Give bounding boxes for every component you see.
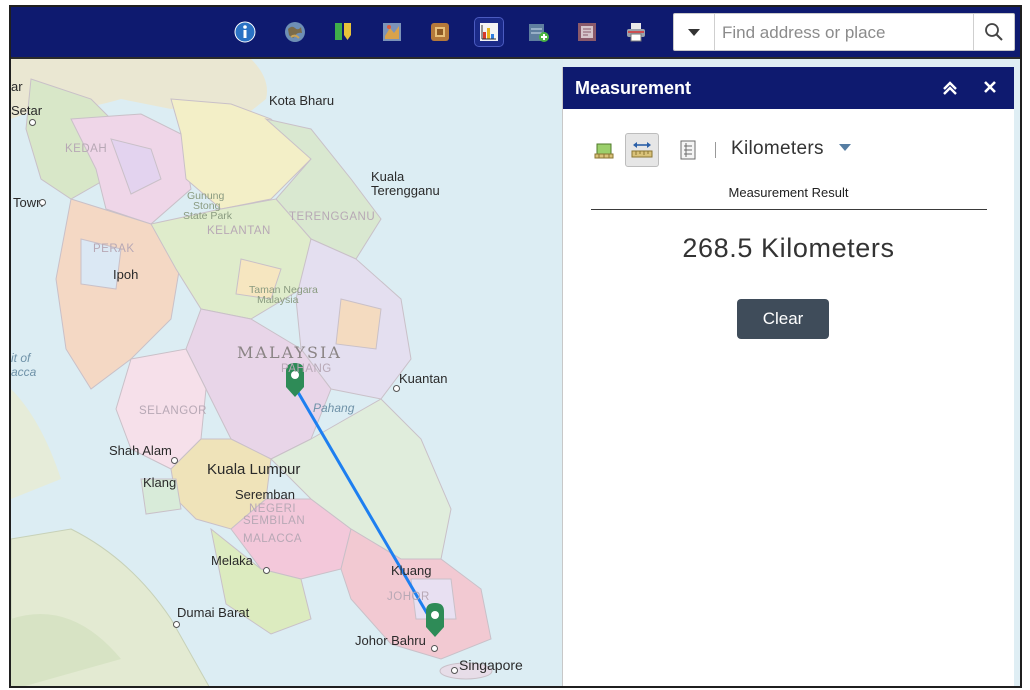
search-source-dropdown[interactable]	[674, 14, 715, 50]
print-preview-icon[interactable]	[573, 18, 601, 46]
measurement-result-value: 268.5 Kilometers	[682, 233, 895, 263]
map-state-label: JOHOR	[387, 591, 430, 603]
map-label: Singapore	[459, 657, 523, 673]
map-label: Ipoh	[113, 267, 139, 282]
caret-down-icon[interactable]	[839, 144, 851, 151]
map-view[interactable]: ar Setar Kota Bharu KEDAH Kuala Terengga…	[11, 59, 563, 686]
map-state-label: PERAK	[93, 243, 135, 255]
city-dot	[451, 667, 458, 674]
map-label: Setar	[11, 103, 43, 118]
map-water-label: it of	[11, 351, 31, 365]
map-label: Melaka	[211, 553, 253, 568]
basemap-gallery-icon[interactable]	[281, 18, 309, 46]
map-state-label: KELANTAN	[207, 225, 271, 237]
layer-list-icon[interactable]	[378, 18, 406, 46]
area-tool-button[interactable]	[587, 133, 621, 167]
map-label: Seremban	[235, 487, 295, 502]
map-label: Shah Alam	[109, 443, 172, 458]
map-label: Dumai Barat	[177, 605, 250, 620]
city-dot	[263, 567, 270, 574]
map-label: Kuantan	[399, 371, 448, 386]
distance-tool-button[interactable]	[625, 133, 659, 167]
city-dot	[171, 457, 178, 464]
measure-tools: Kilometers	[587, 133, 907, 167]
measurement-panel: Measurement Kilometers Measurement Resul…	[562, 67, 1014, 686]
app-frame: ar Setar Kota Bharu KEDAH Kuala Terengga…	[9, 5, 1022, 688]
measurement-result-label: Measurement Result	[728, 185, 849, 200]
city-dot	[29, 119, 36, 126]
map-label: Kluang	[391, 563, 432, 578]
search-icon	[985, 23, 1003, 41]
map-state-label: SELANGOR	[139, 405, 207, 417]
distance-measure-icon	[631, 142, 653, 158]
collapse-icon[interactable]	[940, 78, 960, 98]
panel-title: Measurement	[575, 78, 692, 98]
bookmark-icon[interactable]	[329, 18, 357, 46]
map-water-label: acca	[11, 365, 37, 379]
chevron-down-icon	[688, 29, 700, 36]
map-label: ar	[11, 79, 23, 94]
print-icon[interactable]	[622, 18, 650, 46]
about-icon[interactable]	[231, 18, 259, 46]
map-label: Klang	[143, 475, 177, 490]
location-tool-button[interactable]	[671, 133, 705, 167]
city-dot	[431, 645, 438, 652]
legend-icon[interactable]	[426, 18, 454, 46]
map-label: Kuala Lumpur	[207, 461, 301, 478]
unit-dropdown[interactable]: Kilometers	[731, 138, 824, 160]
city-dot	[173, 621, 180, 628]
map-state-label: NEGERI	[249, 503, 297, 515]
map-state-label: MALACCA	[243, 533, 303, 545]
close-icon[interactable]	[980, 77, 1000, 97]
city-dot	[393, 385, 400, 392]
search-widget	[673, 13, 1015, 51]
tool-separator	[715, 142, 716, 158]
map-state-label: SEMBILAN	[243, 515, 306, 527]
panel-header: Measurement	[563, 67, 1014, 109]
city-dot	[39, 199, 46, 206]
area-measure-icon	[594, 143, 614, 159]
map-park-label: Malaysia	[257, 294, 299, 306]
location-measure-icon	[680, 140, 696, 160]
map-label: Kuala	[371, 169, 405, 184]
measurement-icon[interactable]	[474, 17, 504, 47]
map-park-label: State Park	[183, 210, 233, 222]
map-state-label: PAHANG	[281, 363, 332, 375]
map-country-label: MALAYSIA	[237, 343, 342, 362]
map-water-label: Pahang	[313, 401, 355, 415]
search-button[interactable]	[973, 14, 1014, 50]
search-input[interactable]	[720, 19, 964, 47]
map-label: Kota Bharu	[269, 93, 335, 108]
map-state-label: TERENGGANU	[289, 211, 376, 223]
top-toolbar	[11, 7, 1020, 59]
map-label: Terengganu	[371, 183, 440, 198]
clear-button[interactable]: Clear	[737, 299, 829, 339]
map-state-label: KEDAH	[65, 143, 108, 155]
map-label: Johor Bahru	[355, 633, 426, 648]
add-data-icon[interactable]	[524, 18, 552, 46]
divider	[591, 209, 987, 210]
